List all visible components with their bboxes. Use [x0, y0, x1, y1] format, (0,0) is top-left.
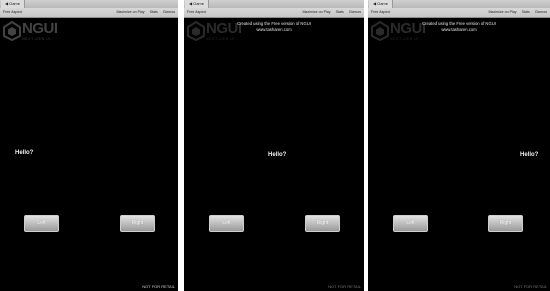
free-version-url: www.tasharen.com: [256, 27, 292, 32]
left-button[interactable]: Left: [393, 215, 428, 232]
right-button[interactable]: Right: [120, 215, 155, 232]
gizmos-toggle[interactable]: Gizmos: [163, 10, 175, 14]
game-toolbar: Free Aspect Maximize on Play Stats Gizmo…: [184, 8, 364, 18]
stats-toggle[interactable]: Stats: [150, 10, 158, 14]
left-button[interactable]: Left: [209, 215, 244, 232]
game-view-panel-2: ◀Game Free Aspect Maximize on Play Stats…: [184, 0, 364, 291]
aspect-dropdown[interactable]: Free Aspect: [3, 8, 22, 17]
free-version-notice: Created using the Free version of NGUI w…: [368, 21, 550, 33]
left-button[interactable]: Left: [24, 215, 59, 232]
not-for-retail-label: NOT FOR RETAIL: [328, 284, 361, 289]
gizmos-toggle[interactable]: Gizmos: [349, 10, 361, 14]
hello-label: Hello?: [268, 152, 287, 158]
game-toolbar: Free Aspect Maximize on Play Stats Gizmo…: [0, 8, 178, 18]
maximize-on-play-toggle[interactable]: Maximize on Play: [488, 10, 516, 14]
right-button[interactable]: Right: [305, 215, 340, 232]
free-version-notice: Created using the Free version of NGUI w…: [184, 21, 364, 33]
tab-game[interactable]: ◀Game: [185, 0, 209, 8]
stats-toggle[interactable]: Stats: [336, 10, 344, 14]
ngui-logo: NGUI NEXT-GEN UI: [3, 20, 59, 50]
not-for-retail-label: NOT FOR RETAIL: [142, 284, 175, 289]
game-tab-icon: ◀: [189, 1, 193, 6]
tab-label: Game: [193, 1, 204, 6]
stats-toggle[interactable]: Stats: [522, 10, 530, 14]
game-view-panel-3: ◀Game Free Aspect Maximize on Play Stats…: [368, 0, 550, 291]
maximize-on-play-toggle[interactable]: Maximize on Play: [302, 10, 330, 14]
not-for-retail-label: NOT FOR RETAIL: [514, 284, 547, 289]
game-view-panel-1: ◀Game Free Aspect Maximize on Play Stats…: [0, 0, 178, 291]
maximize-on-play-toggle[interactable]: Maximize on Play: [116, 10, 144, 14]
aspect-dropdown[interactable]: Free Aspect: [187, 8, 206, 17]
hello-label: Hello?: [15, 150, 34, 156]
logo-subtitle: NEXT-GEN UI: [22, 37, 51, 41]
logo-wordmark: NGUI: [22, 20, 58, 37]
tab-label: Game: [9, 1, 20, 6]
free-version-url: www.tasharen.com: [441, 27, 477, 32]
logo-subtitle: NEXT-GEN UI: [390, 37, 419, 41]
logo-subtitle: NEXT-GEN UI: [206, 37, 235, 41]
hello-label: Hello?: [520, 152, 539, 158]
ngui-logo-icon: [3, 21, 21, 41]
tab-game[interactable]: ◀Game: [1, 0, 25, 8]
game-tab-icon: ◀: [5, 1, 9, 6]
tab-label: Game: [377, 1, 388, 6]
right-button[interactable]: Right: [488, 215, 523, 232]
tab-game[interactable]: ◀Game: [369, 0, 393, 8]
gizmos-toggle[interactable]: Gizmos: [535, 10, 547, 14]
game-tab-icon: ◀: [373, 1, 377, 6]
aspect-dropdown[interactable]: Free Aspect: [371, 8, 390, 17]
game-toolbar: Free Aspect Maximize on Play Stats Gizmo…: [368, 8, 550, 18]
